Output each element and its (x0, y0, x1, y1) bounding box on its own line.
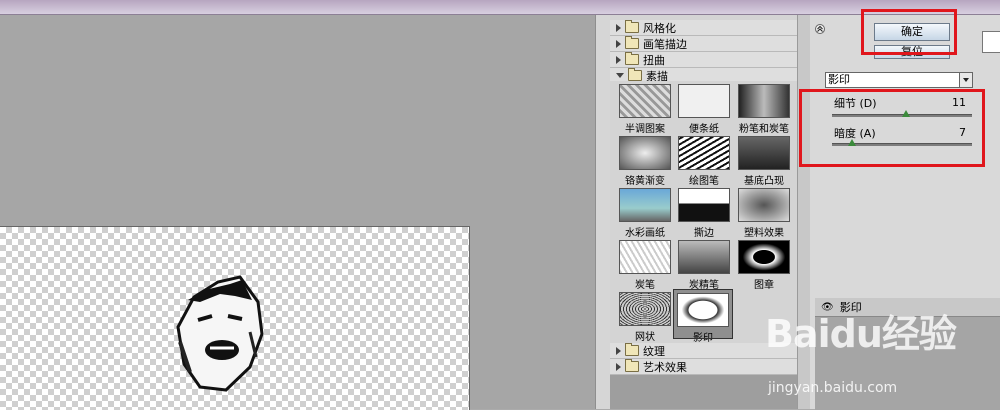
thumbnail-label: 影印 (693, 333, 713, 344)
folder-icon (625, 36, 639, 49)
thumbnail-image (738, 240, 790, 274)
folder-icon (625, 20, 639, 33)
thumbnail-image (738, 188, 790, 222)
thumb-graphic-pen[interactable]: 绘图笔 (678, 136, 730, 187)
thumbnail-label: 图章 (754, 280, 774, 291)
watermark-logo: Baidu经验 (765, 303, 995, 358)
thumbnail-image (619, 136, 671, 170)
expand-arrow-icon (616, 55, 621, 64)
folder-open-icon (628, 68, 642, 81)
expand-arrow-icon (616, 39, 621, 48)
thumbnail-label: 炭精笔 (689, 280, 719, 291)
category-stylize[interactable]: 风格化 (610, 20, 797, 36)
category-label: 风格化 (643, 21, 676, 35)
highlight-box-sliders (799, 89, 985, 167)
category-label: 扭曲 (643, 53, 665, 67)
thumbnail-image (678, 188, 730, 222)
title-strip (0, 0, 1000, 15)
thumbnail-label: 绘图笔 (689, 176, 719, 187)
chevron-down-icon (959, 73, 972, 87)
folder-icon (625, 52, 639, 65)
thumbnail-label: 网状 (635, 332, 655, 343)
thumbnail-image (678, 240, 730, 274)
thumb-stamp[interactable]: 图章 (738, 240, 790, 291)
thumbnail-label: 水彩画纸 (625, 228, 665, 239)
preview-image (176, 275, 264, 392)
category-artistic[interactable]: 艺术效果 (610, 359, 797, 375)
folder-icon (625, 343, 639, 356)
filter-select-value: 影印 (828, 73, 850, 86)
category-brush-strokes[interactable]: 画笔描边 (610, 36, 797, 52)
thumbnail-image (738, 84, 790, 118)
collapse-double-chevron-icon[interactable] (815, 24, 825, 34)
thumbnail-image (738, 136, 790, 170)
thumbnail-image (619, 188, 671, 222)
thumbnail-label: 铬黄渐变 (625, 176, 665, 187)
thumb-photocopy[interactable]: 影印 (673, 289, 733, 344)
thumbnail-label: 便条纸 (689, 124, 719, 135)
thumbnail-image (619, 240, 671, 274)
expand-arrow-icon (616, 346, 621, 355)
category-label: 画笔描边 (643, 37, 687, 51)
thumbnail-label: 炭笔 (635, 280, 655, 291)
thumbnail-label: 塑料效果 (744, 228, 784, 239)
highlight-box-ok (861, 9, 957, 55)
thumb-reticulation[interactable]: 网状 (619, 292, 671, 343)
watermark-brand: Baidu经验 (765, 312, 957, 356)
thumb-water-paper[interactable]: 水彩画纸 (619, 188, 671, 239)
thumbnail-image (678, 136, 730, 170)
category-label: 艺术效果 (643, 360, 687, 374)
thumb-conte-crayon[interactable]: 炭精笔 (678, 240, 730, 291)
panel-divider (595, 15, 611, 409)
preview-field[interactable] (982, 31, 1000, 53)
thumbnail-image (619, 84, 671, 118)
thumb-halftone[interactable]: 半调图案 (619, 84, 671, 135)
folder-icon (625, 359, 639, 372)
thumb-chrome[interactable]: 铬黄渐变 (619, 136, 671, 187)
thumbnail-label: 半调图案 (625, 124, 665, 135)
thumb-plaster[interactable]: 塑料效果 (738, 188, 790, 239)
thumb-torn-edges[interactable]: 撕边 (678, 188, 730, 239)
expand-arrow-icon (616, 362, 621, 371)
thumbnail-label: 粉笔和炭笔 (739, 124, 789, 135)
watermark-url: jingyan.baidu.com (768, 380, 898, 396)
category-distort[interactable]: 扭曲 (610, 52, 797, 68)
thumbnail-label: 撕边 (694, 228, 714, 239)
thumb-bas-relief[interactable]: 基底凸现 (738, 136, 790, 187)
thumbnail-image (619, 292, 671, 326)
thumbnail-label: 基底凸现 (744, 176, 784, 187)
thumb-charcoal[interactable]: 炭笔 (619, 240, 671, 291)
thumbnail-image (678, 84, 730, 118)
filter-select[interactable]: 影印 (825, 72, 973, 88)
collapse-arrow-icon (616, 73, 624, 78)
thumb-chalk-charcoal[interactable]: 粉笔和炭笔 (738, 84, 790, 135)
expand-arrow-icon (616, 23, 621, 32)
thumb-note-paper[interactable]: 便条纸 (678, 84, 730, 135)
category-label: 纹理 (643, 344, 665, 358)
thumbnail-image (677, 293, 729, 327)
